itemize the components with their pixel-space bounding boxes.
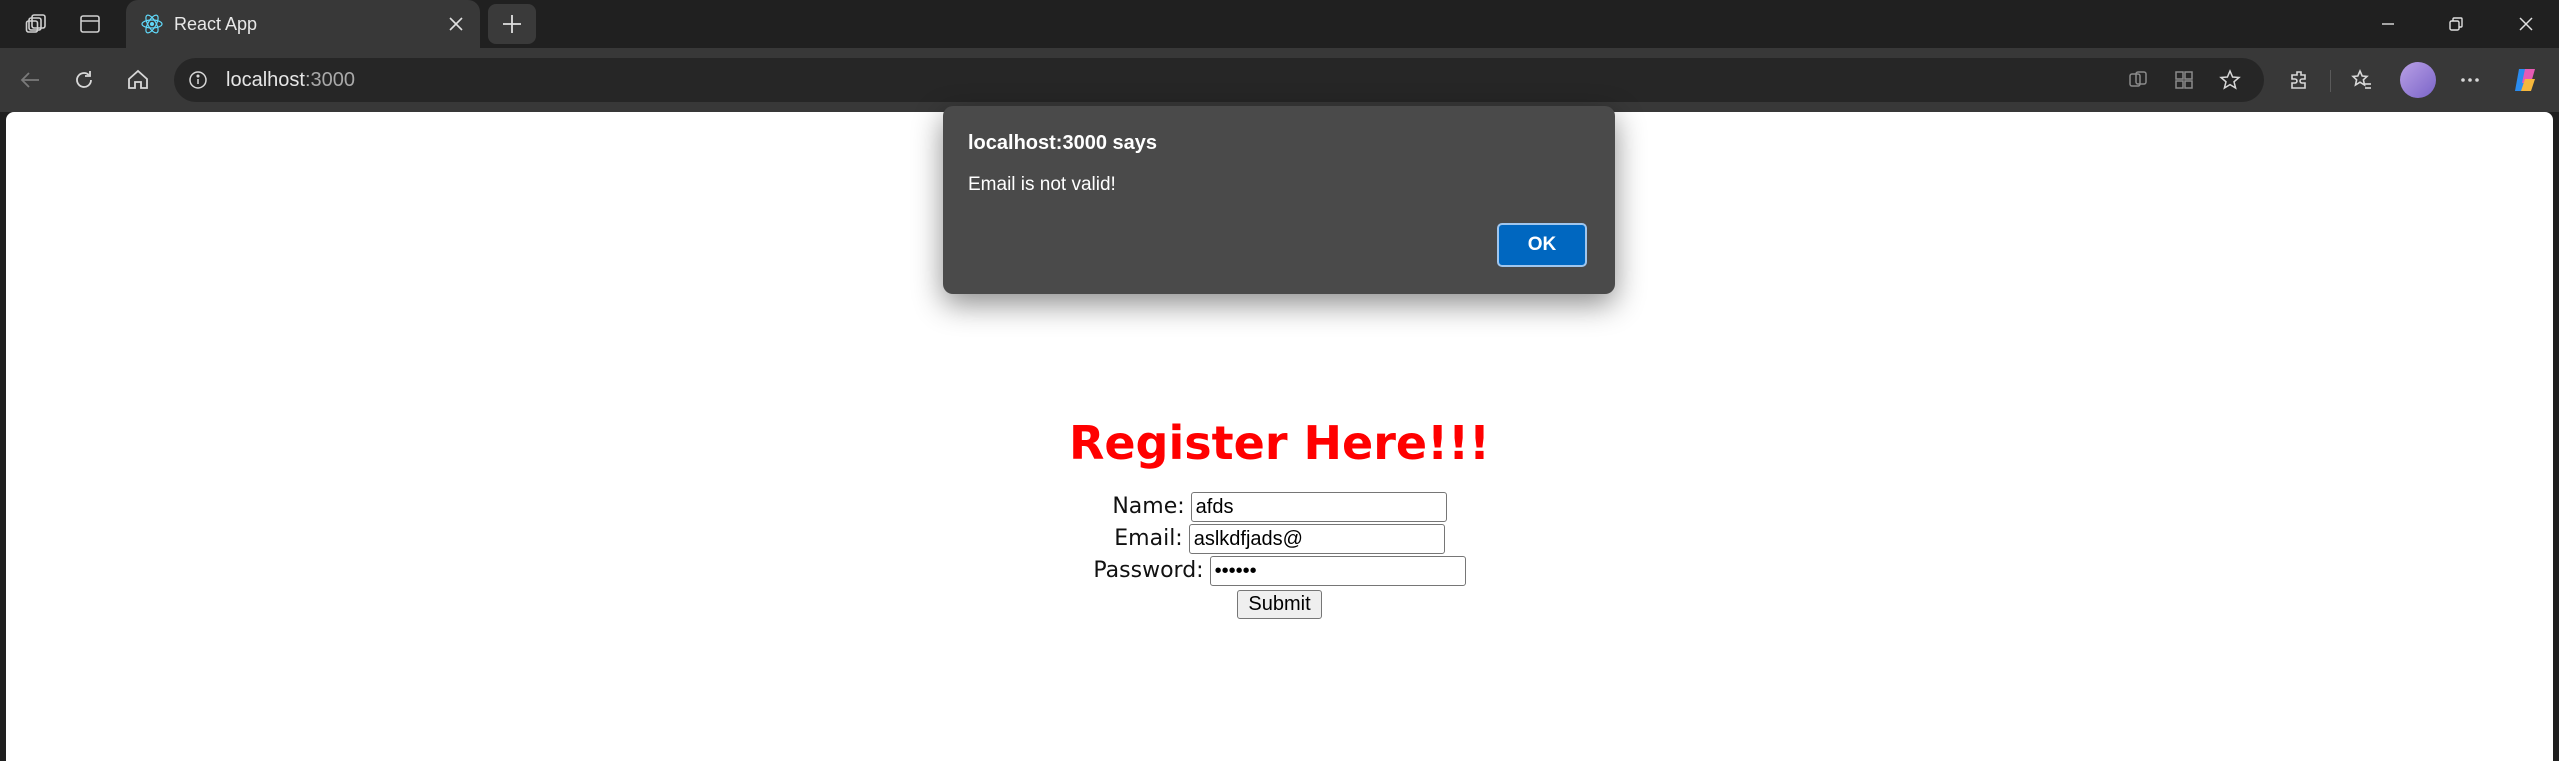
page-title: Register Here!!! xyxy=(1068,416,1491,470)
email-label: Email: xyxy=(1114,526,1183,551)
restore-button[interactable] xyxy=(2436,8,2476,40)
register-form: Register Here!!! Name: Email: Password: … xyxy=(6,412,2553,619)
address-bar[interactable]: localhost:3000 xyxy=(174,58,2264,102)
toolbar-divider xyxy=(2330,70,2331,92)
favorites-icon[interactable] xyxy=(2344,62,2380,98)
name-input[interactable] xyxy=(1190,492,1447,522)
name-label: Name: xyxy=(1112,494,1185,519)
minimize-button[interactable] xyxy=(2368,8,2408,40)
home-icon[interactable] xyxy=(120,62,156,98)
tab-strip: React App xyxy=(0,0,2559,48)
profile-avatar[interactable] xyxy=(2400,62,2436,98)
plus-icon xyxy=(503,15,521,33)
copilot-icon[interactable] xyxy=(2508,62,2544,98)
alert-dialog: localhost:3000 says Email is not valid! … xyxy=(943,106,1615,294)
favorite-star-icon[interactable] xyxy=(2216,68,2244,92)
extensions-icon[interactable] xyxy=(2282,62,2318,98)
workspaces-icon[interactable] xyxy=(22,10,50,38)
site-info-icon[interactable] xyxy=(186,68,210,92)
close-window-button[interactable] xyxy=(2506,8,2546,40)
alert-title: localhost:3000 says xyxy=(968,132,1157,154)
tab-actions-icon[interactable] xyxy=(76,10,104,38)
close-tab-icon[interactable] xyxy=(444,12,468,36)
password-row: Password: xyxy=(6,556,2553,586)
password-label: Password: xyxy=(1093,558,1204,583)
submit-button[interactable]: Submit xyxy=(1237,590,1322,619)
email-input[interactable] xyxy=(1188,524,1445,554)
password-input[interactable] xyxy=(1209,556,1466,586)
tab-title: React App xyxy=(174,14,258,34)
copilot-page-icon[interactable] xyxy=(2124,68,2152,92)
apps-icon[interactable] xyxy=(2170,68,2198,92)
browser-toolbar: localhost:3000 xyxy=(0,48,2559,112)
ok-button[interactable]: OK xyxy=(1497,223,1587,267)
url-text: localhost:3000 xyxy=(226,69,355,91)
name-row: Name: xyxy=(6,492,2553,522)
refresh-icon[interactable] xyxy=(66,62,102,98)
more-options-icon[interactable] xyxy=(2452,62,2488,98)
tab-react-app[interactable]: React App xyxy=(126,0,480,48)
email-row: Email: xyxy=(6,524,2553,554)
alert-message: Email is not valid! xyxy=(968,174,1116,195)
new-tab-button[interactable] xyxy=(488,4,536,44)
react-logo-icon xyxy=(140,12,164,36)
back-icon[interactable] xyxy=(12,62,48,98)
